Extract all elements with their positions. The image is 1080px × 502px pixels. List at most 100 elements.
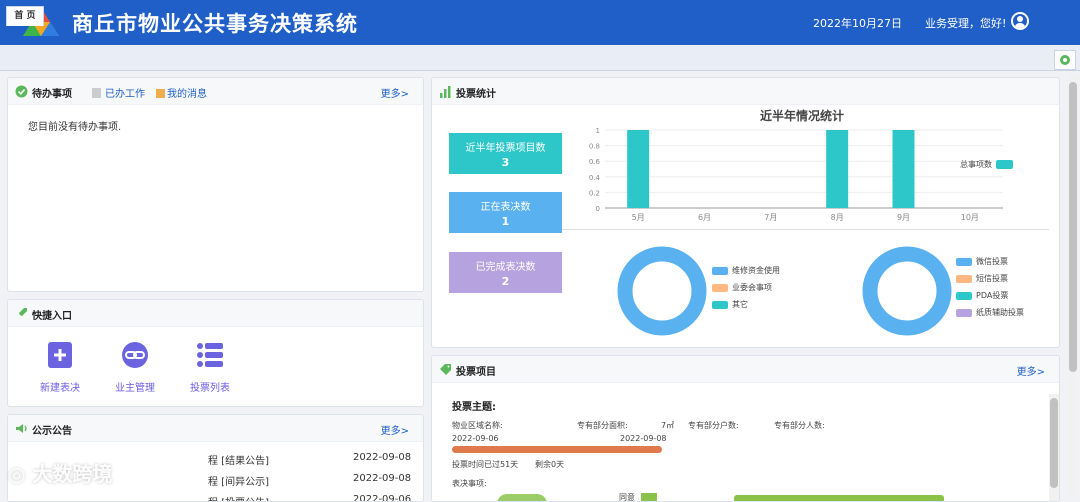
- vote-theme-label: 投票主题:: [452, 402, 496, 413]
- legend-item[interactable]: 维修资金使用: [712, 265, 780, 276]
- divider: [562, 229, 1049, 230]
- x-tick-label: 10月: [961, 213, 979, 222]
- legend-label: 微信投票: [976, 257, 1008, 266]
- x-tick-label: 6月: [698, 213, 711, 222]
- header-greeting[interactable]: 业务受理，您好!: [925, 15, 1006, 31]
- legend-swatch: [996, 160, 1013, 169]
- todo-panel-header: 待办事项 已办工作 我的消息 更多>: [8, 78, 423, 105]
- legend-label: 维修资金使用: [732, 266, 780, 275]
- tab-home[interactable]: 首 页: [6, 6, 44, 26]
- list-item[interactable]: 程 [间异公示] 2022-09-08: [208, 473, 418, 493]
- tab-msg-label: 我的消息: [167, 89, 207, 100]
- stat-card-ongoing[interactable]: 正在表决数 1: [449, 192, 562, 233]
- quick-vote-list-label: 投票列表: [190, 383, 230, 394]
- tab-done-work[interactable]: 已办工作: [92, 85, 145, 100]
- quick-new-vote[interactable]: 新建表决: [30, 340, 90, 394]
- legend-label: 业委会事项: [732, 283, 772, 292]
- y-tick-label: 0: [596, 205, 600, 213]
- stat-card-value: 3: [501, 156, 510, 169]
- x-tick-label: 7月: [764, 213, 777, 222]
- y-tick-label: 0.2: [589, 189, 600, 197]
- legend-swatch: [956, 308, 972, 317]
- agree-swatch: [641, 493, 657, 501]
- notice-row-title: 程 [结果公告]: [208, 456, 269, 467]
- stat-card-completed[interactable]: 已完成表决数 2: [449, 252, 562, 293]
- area-unit: 7㎡: [661, 421, 675, 430]
- vote-stats-header: 投票统计: [432, 78, 1059, 105]
- document-icon: [92, 88, 101, 98]
- user-avatar-icon[interactable]: [1011, 12, 1029, 30]
- agree-label: 同意: [619, 493, 635, 502]
- matter-donut-partial: [497, 494, 547, 501]
- purpose-donut-chart: [617, 246, 707, 336]
- end-date: 2022-09-08: [620, 434, 667, 443]
- vote-project-panel: 投票项目 更多> 投票主题: 物业区域名称: 专有部分面积: 7㎡ 专有部分户数…: [431, 355, 1060, 502]
- legend-item[interactable]: 其它: [712, 299, 748, 310]
- stat-card-half-year[interactable]: 近半年投票项目数 3: [449, 133, 562, 174]
- x-tick-label: 8月: [831, 213, 844, 222]
- app-header: 商丘市物业公共事务决策系统 2022年10月27日 业务受理，您好!: [0, 0, 1080, 45]
- x-tick-label: 5月: [632, 213, 645, 222]
- todo-panel: 待办事项 已办工作 我的消息 更多> 您目前没有待办事项.: [7, 77, 424, 292]
- tab-bar: [0, 45, 1080, 71]
- page-scroll-thumb[interactable]: [1069, 82, 1077, 372]
- legend-label: 纸质辅助投票: [976, 308, 1024, 317]
- y-tick-label: 1: [596, 127, 600, 135]
- vote-project-header: 投票项目 更多>: [432, 356, 1059, 383]
- legend-item[interactable]: 纸质辅助投票: [956, 307, 1024, 318]
- notice-title: 公示公告: [32, 426, 72, 437]
- notice-row-date: 2022-09-08: [353, 452, 412, 463]
- legend-item[interactable]: 微信投票: [956, 256, 1008, 267]
- legend-label: PDA投票: [976, 291, 1009, 300]
- todo-more-link[interactable]: 更多>: [381, 85, 409, 100]
- vote-progress-fill: [452, 446, 662, 453]
- donut-slice[interactable]: [617, 246, 707, 336]
- todo-title: 待办事项: [32, 89, 72, 100]
- stat-card-label: 近半年投票项目数: [465, 143, 546, 154]
- legend-label: 短信投票: [976, 274, 1008, 283]
- list-item[interactable]: 程 [结果公告] 2022-09-08: [208, 452, 418, 472]
- start-date: 2022-09-06: [452, 434, 499, 443]
- legend-item[interactable]: PDA投票: [956, 290, 1008, 301]
- stat-card-label: 正在表决数: [480, 202, 531, 213]
- vote-project-scrollbar[interactable]: [1049, 394, 1059, 501]
- donut-slice[interactable]: [862, 246, 952, 336]
- notice-row-title: 程 [投票公告]: [208, 494, 269, 501]
- todo-empty-message: 您目前没有待办事项.: [28, 122, 122, 133]
- message-icon: [156, 89, 165, 98]
- method-donut-chart: [862, 246, 952, 336]
- quick-vote-list[interactable]: 投票列表: [180, 340, 240, 394]
- notice-row-title: 程 [间异公示]: [208, 477, 269, 488]
- vote-project-title: 投票项目: [456, 367, 496, 378]
- stat-card-label: 已完成表决数: [475, 262, 536, 273]
- list-icon: [197, 343, 223, 367]
- bar-chart-icon: [440, 86, 451, 98]
- notice-row-date: 2022-09-06: [353, 494, 412, 502]
- bar[interactable]: [627, 130, 650, 208]
- refresh-tool-icon[interactable]: [1054, 50, 1076, 70]
- quick-owner-manage[interactable]: 业主管理: [105, 340, 165, 394]
- legend-item[interactable]: 短信投票: [956, 273, 1008, 284]
- check-circle-icon: [15, 85, 28, 98]
- quick-owner-manage-label: 业主管理: [115, 383, 155, 394]
- tab-my-messages[interactable]: 我的消息: [156, 85, 207, 100]
- notice-more-link[interactable]: 更多>: [381, 422, 409, 437]
- watermark-logo-icon: ◎ 大数跨境: [8, 462, 113, 486]
- x-tick-label: 9月: [897, 213, 910, 222]
- vote-stats-title: 投票统计: [456, 89, 496, 100]
- legend-swatch: [712, 283, 728, 292]
- stat-card-value: 2: [501, 275, 510, 288]
- agree-bar: [734, 495, 944, 501]
- vote-project-more-link[interactable]: 更多>: [1017, 363, 1045, 378]
- list-item[interactable]: 程 [投票公告] 2022-09-06: [208, 494, 418, 502]
- legend-label: 总事项数: [960, 159, 992, 169]
- legend-item[interactable]: 业委会事项: [712, 282, 772, 293]
- plus-document-icon: [48, 342, 72, 368]
- notice-row-date: 2022-09-08: [353, 473, 412, 484]
- y-tick-label: 0.4: [589, 174, 601, 182]
- bar[interactable]: [892, 130, 915, 208]
- bar[interactable]: [826, 130, 849, 208]
- quick-new-vote-label: 新建表决: [40, 383, 80, 394]
- stat-card-value: 1: [501, 215, 510, 228]
- vote-project-scroll-thumb[interactable]: [1050, 398, 1058, 488]
